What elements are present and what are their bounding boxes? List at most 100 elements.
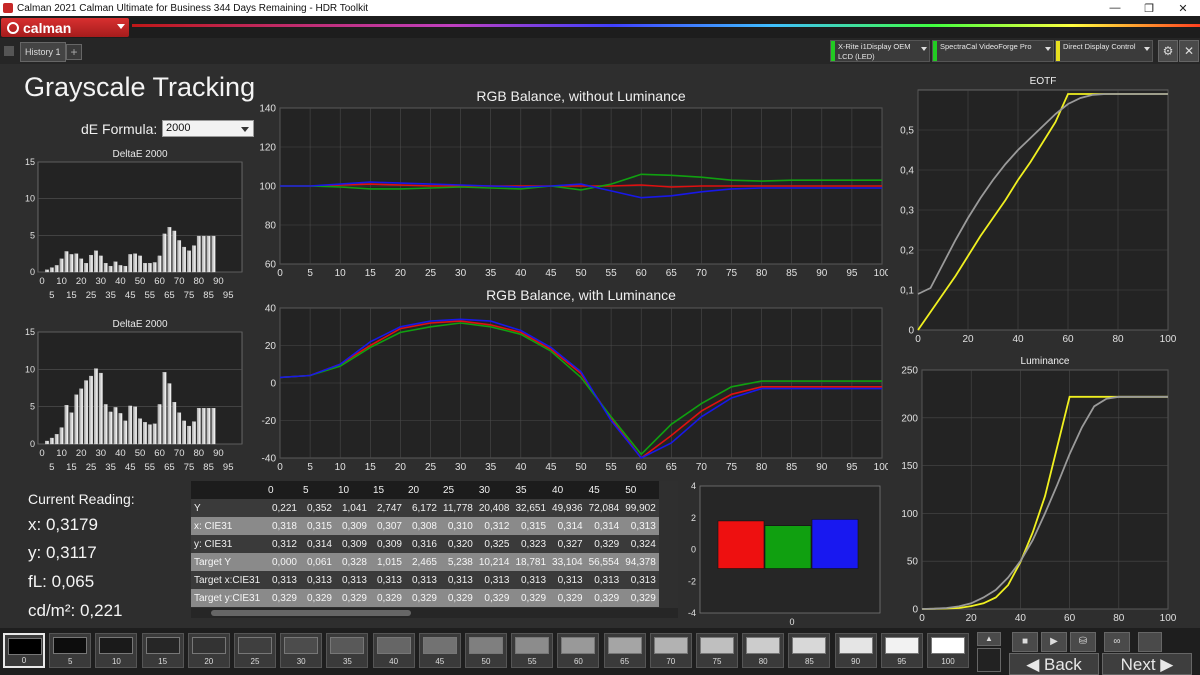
- deltae-bar: [138, 418, 142, 445]
- table-cell: 0,310: [440, 517, 476, 535]
- patch-color: [422, 637, 457, 654]
- patch-swatch-100[interactable]: 100: [927, 633, 969, 668]
- table-cell: 99,902: [622, 499, 659, 517]
- y-tick-label: -2: [688, 576, 696, 586]
- x-tick-label: 30: [455, 268, 467, 279]
- patch-swatch-0[interactable]: 0: [3, 633, 45, 668]
- add-tab-button[interactable]: +: [66, 44, 82, 60]
- scrollbar-thumb[interactable]: [211, 610, 411, 616]
- de-formula-select[interactable]: 2000: [162, 120, 254, 137]
- eotf-chart: EOTF 0 0,1 0,2 0,3 0,4 0,5 0 20 40 60 80 100: [900, 76, 1177, 345]
- loop-button[interactable]: ∞: [1104, 632, 1130, 652]
- patch-swatch-5[interactable]: 5: [49, 633, 92, 668]
- table-row[interactable]: y: CIE31 0,312 0,314 0,309 0,309 0,316 0,320 0,…: [191, 535, 659, 553]
- patch-swatch-30[interactable]: 30: [280, 633, 323, 668]
- table-cell: 0,329: [585, 589, 623, 607]
- de-formula-label: dE Formula:: [81, 121, 158, 137]
- table-cell: 0,313: [300, 571, 335, 589]
- close-panel-button[interactable]: ✕: [1179, 40, 1199, 62]
- stop-button[interactable]: ■: [1012, 632, 1038, 652]
- patch-swatch-35[interactable]: 35: [326, 633, 369, 668]
- readings-table[interactable]: 0 5 10 15 20 25 30 35 40 45 50 Y 0,221 0,352 1,041 2,7…: [191, 481, 678, 618]
- rgb-bar-g: [764, 525, 812, 569]
- patch-swatch-25[interactable]: 25: [234, 633, 276, 668]
- x-tick-label: 90: [816, 268, 828, 279]
- patch-swatch-90[interactable]: 90: [834, 633, 877, 668]
- table-cell: 94,378: [622, 553, 659, 571]
- x-tick-label: 0: [277, 462, 283, 473]
- patch-swatch-65[interactable]: 65: [603, 633, 646, 668]
- patch-swatch-60[interactable]: 60: [557, 633, 600, 668]
- back-button[interactable]: ◀ Back: [1009, 653, 1099, 675]
- deltae-bar: [172, 402, 177, 445]
- patch-swatch-95[interactable]: 95: [880, 633, 923, 668]
- patch-swatch-10[interactable]: 10: [95, 633, 138, 668]
- meter-device-select[interactable]: X-Rite i1Display OEM LCD (LED): [830, 40, 930, 62]
- deltae-bar: [167, 227, 172, 273]
- close-icon: ✕: [1183, 44, 1195, 58]
- column-header: 50: [622, 481, 659, 499]
- display-device-select[interactable]: Direct Display Control: [1055, 40, 1153, 62]
- x-tick-label: 40: [1015, 613, 1027, 624]
- calman-logo-menu[interactable]: calman: [1, 18, 129, 37]
- patch-label: 75: [712, 657, 722, 666]
- x-tick-label: 65: [164, 290, 175, 301]
- patch-swatch-20[interactable]: 20: [187, 633, 230, 668]
- patch-label: 5: [67, 657, 73, 666]
- options-button[interactable]: [1138, 632, 1162, 652]
- patch-swatch-50[interactable]: 50: [465, 633, 507, 668]
- y-tick-label: 0: [691, 545, 696, 555]
- table-horizontal-scrollbar[interactable]: [191, 608, 678, 618]
- y-tick-label: 0,3: [900, 206, 914, 217]
- next-button[interactable]: Next ▶: [1102, 653, 1192, 675]
- maximize-icon[interactable]: ❐: [1132, 2, 1166, 15]
- patch-color: [330, 637, 365, 654]
- patch-color: [284, 637, 319, 654]
- x-tick-label: 80: [194, 276, 205, 287]
- table-cell: 0,313: [265, 571, 300, 589]
- patch-swatch-40[interactable]: 40: [372, 633, 415, 668]
- column-header: 5: [300, 481, 335, 499]
- patch-swatch-15[interactable]: 15: [141, 633, 184, 668]
- close-icon[interactable]: ✕: [1166, 2, 1200, 15]
- patch-swatch-85[interactable]: 85: [788, 633, 831, 668]
- table-row[interactable]: Y 0,221 0,352 1,041 2,747 6,172 11,778 20,408 32…: [191, 499, 659, 517]
- table-cell: 0,318: [265, 517, 300, 535]
- y-tick-label: 120: [259, 143, 276, 154]
- patch-swatch-55[interactable]: 55: [511, 633, 554, 668]
- scroll-up-button[interactable]: ▲: [977, 632, 1001, 646]
- table-cell: 2,465: [405, 553, 440, 571]
- rgb-bar-r: [717, 520, 765, 569]
- y-tick-label: 10: [25, 194, 35, 204]
- table-cell: 33,104: [549, 553, 586, 571]
- x-tick-label: 15: [66, 462, 77, 473]
- table-row[interactable]: Target y:CIE31 0,329 0,329 0,329 0,329 0,329 0…: [191, 589, 659, 607]
- table-cell: 0,221: [265, 499, 300, 517]
- x-tick-label: 5: [49, 290, 54, 301]
- save-button[interactable]: ⛁: [1070, 632, 1096, 652]
- x-tick-label: 85: [203, 290, 214, 301]
- y-tick-label: 0: [30, 267, 35, 277]
- table-row[interactable]: Target x:CIE31 0,313 0,313 0,313 0,313 0,313 0…: [191, 571, 659, 589]
- table-cell: 0,329: [585, 535, 623, 553]
- play-button[interactable]: ▶: [1041, 632, 1067, 652]
- panel-toggle-icon[interactable]: [4, 46, 14, 56]
- patch-swatch-75[interactable]: 75: [696, 633, 738, 668]
- x-tick-label: 30: [96, 448, 107, 459]
- patch-swatch-70[interactable]: 70: [649, 633, 692, 668]
- tab-history-1[interactable]: History 1: [20, 42, 66, 62]
- table-row[interactable]: Target Y 0,000 0,061 0,328 1,015 2,465 5,238 10…: [191, 553, 659, 571]
- settings-button[interactable]: ⚙: [1158, 40, 1178, 62]
- table-cell: 0,352: [300, 499, 335, 517]
- minimize-icon[interactable]: —: [1098, 2, 1132, 15]
- x-tick-label: 90: [213, 276, 224, 287]
- generator-device-select[interactable]: SpectraCal VideoForge Pro: [932, 40, 1054, 62]
- current-patch-button[interactable]: [977, 648, 1001, 672]
- deltae-bar: [196, 408, 201, 445]
- patch-swatch-45[interactable]: 45: [418, 633, 461, 668]
- x-tick-label: 100: [874, 462, 888, 473]
- x-tick-label: 15: [365, 462, 377, 473]
- patch-swatch-80[interactable]: 80: [742, 633, 785, 668]
- table-row[interactable]: x: CIE31 0,318 0,315 0,309 0,307 0,308 0,310 0,…: [191, 517, 659, 535]
- x-tick-label: 25: [86, 290, 97, 301]
